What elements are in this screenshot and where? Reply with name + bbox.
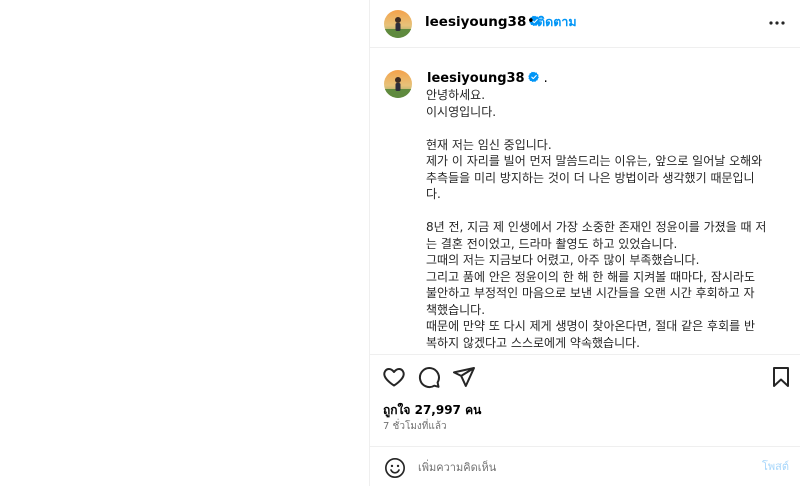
caption-text: 안녕하세요. 이시영입니다. 현재 저는 임신 중입니다. 제가 이 자리를 빌… [426,88,767,350]
post-header: leesiyoung38 • ติดตาม [370,0,800,48]
separator-dot: • [527,14,535,29]
verified-badge-icon [527,71,539,83]
paper-plane-icon[interactable] [452,365,476,389]
username-text[interactable]: leesiyoung38 [425,14,526,30]
caption-suffix: . [543,71,548,86]
likes-count[interactable]: ถูกใจ 27,997 คน [383,402,481,418]
heart-icon[interactable] [382,365,406,389]
comment-bar: โพสต์ [370,448,800,486]
post-media-area [0,0,369,486]
more-options-icon[interactable] [767,13,787,33]
post-actions-bar [370,355,800,399]
post-comment-button[interactable]: โพสต์ [762,459,789,475]
comment-input[interactable] [418,457,738,477]
avatar[interactable] [384,10,412,38]
emoji-smiley-icon[interactable] [384,457,406,479]
bookmark-icon[interactable] [769,365,793,389]
divider [370,446,800,447]
username-text[interactable]: leesiyoung38 [427,71,525,86]
caption-section: leesiyoung38. 안녕하세요. 이시영입니다. 현재 저는 임신 중입… [370,49,800,354]
comment-bubble-icon[interactable] [417,365,441,389]
post-side-panel: leesiyoung38 • ติดตาม leesiyoung38 . 안녕하… [369,0,800,486]
follow-button[interactable]: ติดตาม [537,13,577,31]
post-author-username[interactable]: leesiyoung38 [425,13,541,31]
avatar[interactable] [384,70,412,98]
caption-author[interactable]: leesiyoung38. [427,70,548,88]
post-timestamp[interactable]: 7 ชั่วโมงที่แล้ว [383,420,447,434]
